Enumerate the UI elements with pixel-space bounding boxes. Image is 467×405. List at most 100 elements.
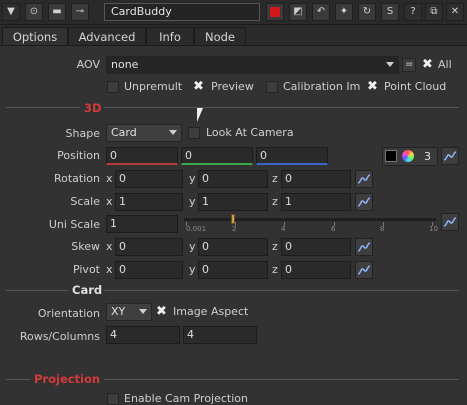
position-z-field[interactable]: 0 [256,147,328,165]
aov-value: none [111,58,139,71]
rotation-x-axis-label: x [106,172,113,185]
rotation-x-field[interactable]: 0 [115,170,183,188]
skew-x-axis-label: x [106,240,113,253]
skew-y-field[interactable]: 0 [198,238,268,256]
skew-y-axis-label: y [189,240,196,253]
shape-value: Card [111,126,137,139]
rotation-z-field[interactable]: 0 [281,170,351,188]
tab-bar: Options Advanced Info Node [0,25,467,46]
slider-tick-label: 4 [281,225,286,233]
curve-icon[interactable] [355,170,373,188]
close-icon[interactable]: ✕ [446,3,464,21]
tab-advanced[interactable]: Advanced [68,27,146,45]
chevron-down-icon [386,62,394,67]
skew-z-field[interactable]: 0 [281,238,351,256]
chevron-down-icon [139,309,147,314]
pivot-z-axis-label: z [272,263,278,276]
shape-dropdown[interactable]: Card [106,124,182,142]
aov-label: AOV [76,58,100,71]
disable-node-icon[interactable]: ◩ [289,3,307,21]
scale-x-field[interactable]: 1 [115,193,183,211]
slider-tick-label: 2 [232,225,237,233]
rotation-label: Rotation [53,172,100,185]
uni-scale-label: Uni Scale [48,218,100,231]
unpremult-checkbox[interactable] [107,81,119,93]
chevron-down-icon [169,130,177,135]
rotation-z-axis-label: z [272,172,278,185]
enable-cam-projection-label: Enable Cam Projection [124,392,248,405]
knob-icon[interactable]: ⊸ [71,3,89,21]
divider [6,290,68,291]
color-wheel-icon[interactable] [402,150,414,162]
unpremult-label: Unpremult [124,80,183,93]
collapse-arrow-icon[interactable]: ▼ [2,3,20,21]
look-at-camera-label: Look At Camera [206,126,294,139]
slider-tick-label: 10 [429,225,438,233]
float-icon[interactable]: ⧉ [425,3,443,21]
orientation-label: Orientation [37,307,100,320]
pivot-y-field[interactable]: 0 [198,261,268,279]
orientation-dropdown[interactable]: XY [106,303,152,321]
undo-icon[interactable]: ↶ [312,3,330,21]
all-label: All [438,58,452,71]
node-name-field[interactable]: CardBuddy [104,3,260,21]
curve-icon[interactable] [355,238,373,256]
uni-scale-slider[interactable]: 0.001 2 4 6 8 10 [184,213,438,235]
tab-info[interactable]: Info [146,27,194,45]
preview-checkbox[interactable]: ✖ [192,80,205,93]
rows-field[interactable]: 4 [106,326,180,344]
divider [104,379,459,380]
aov-dropdown[interactable]: none [106,56,399,74]
color-swatch[interactable] [385,150,397,162]
curve-icon[interactable] [355,193,373,211]
skew-x-field[interactable]: 0 [115,238,183,256]
shape-label: Shape [65,127,100,140]
curve-icon[interactable] [441,213,459,231]
slider-tick-label: 8 [380,225,385,233]
point-cloud-label: Point Cloud [384,80,447,93]
divider [6,107,80,108]
section-3d-title: 3D [84,101,102,115]
orientation-value: XY [111,305,126,318]
scale-x-axis-label: x [106,195,113,208]
scale-z-axis-label: z [272,195,278,208]
section-card-title: Card [72,283,103,297]
scale-y-field[interactable]: 1 [198,193,268,211]
skew-z-axis-label: z [272,240,278,253]
node-graph-icon[interactable]: ▬ [48,3,66,21]
position-x-field[interactable]: 0 [106,147,178,165]
script-icon[interactable]: S [381,3,399,21]
preview-label: Preview [211,80,254,93]
columns-field[interactable]: 4 [183,326,257,344]
position-y-field[interactable]: 0 [181,147,253,165]
tab-options[interactable]: Options [2,27,68,45]
image-aspect-checkbox[interactable]: ✖ [155,305,168,318]
target-icon[interactable]: ⊙ [25,3,43,21]
all-checkbox[interactable]: ✖ [421,58,434,71]
pivot-x-field[interactable]: 0 [115,261,183,279]
rotation-y-field[interactable]: 0 [198,170,268,188]
scale-y-axis-label: y [189,195,196,208]
point-cloud-checkbox[interactable]: ✖ [366,80,379,93]
skew-label: Skew [71,240,100,253]
uni-scale-field[interactable]: 1 [106,215,178,233]
curve-icon[interactable] [355,261,373,279]
scale-z-field[interactable]: 1 [281,193,351,211]
pivot-z-field[interactable]: 0 [281,261,351,279]
scale-label: Scale [70,195,100,208]
pivot-x-axis-label: x [106,263,113,276]
position-channel-count: 3 [424,150,431,163]
pin-icon[interactable]: ? [404,3,422,21]
curve-icon[interactable] [441,147,459,165]
calibration-checkbox[interactable] [266,81,278,93]
slider-tick-label: 6 [331,225,336,233]
enable-cam-projection-checkbox[interactable] [107,393,119,405]
revert-icon[interactable]: ↻ [358,3,376,21]
node-color-button[interactable] [266,3,284,21]
look-at-camera-checkbox[interactable] [188,127,200,139]
position-label: Position [57,149,100,162]
tab-node[interactable]: Node [194,27,246,45]
aov-equals-button[interactable]: = [402,58,416,72]
pivot-y-axis-label: y [189,263,196,276]
settings-icon[interactable]: ✦ [335,3,353,21]
